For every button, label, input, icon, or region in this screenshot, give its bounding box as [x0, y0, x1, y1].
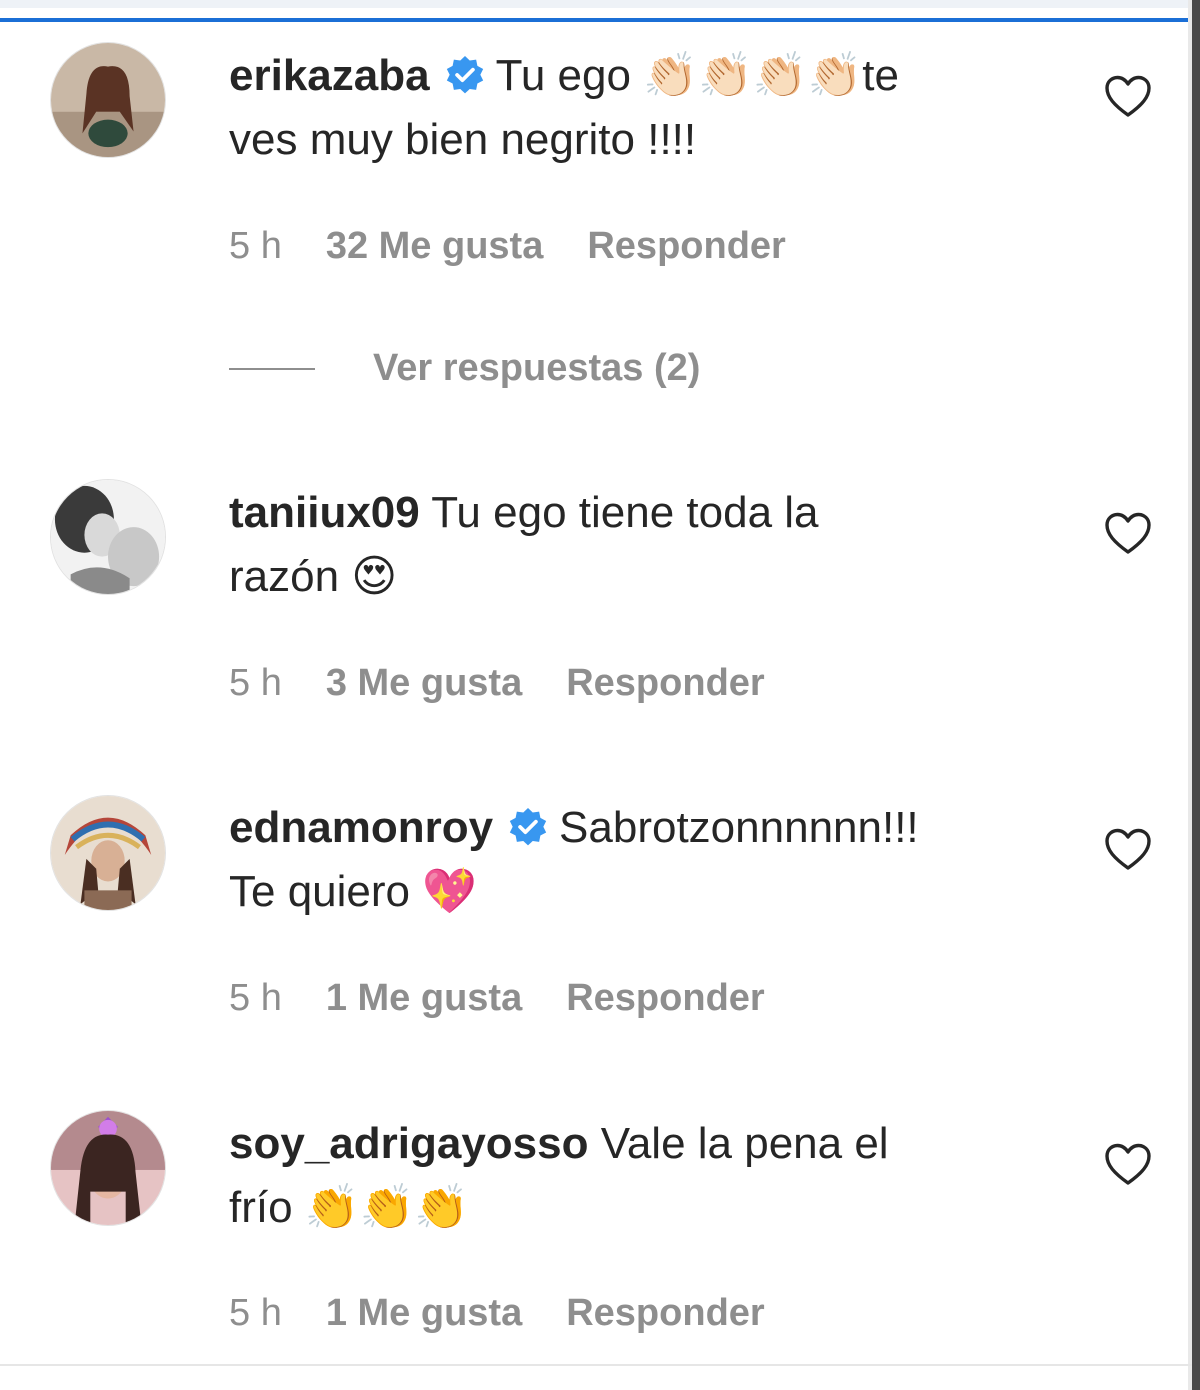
comment-text-line2: frío 👏👏👏 [229, 1183, 470, 1232]
comment-body: soy_adrigayosso Vale la pena el frío 👏👏👏 [229, 1112, 1049, 1240]
reply-button[interactable]: Responder [566, 662, 764, 704]
comment-text: Vale la pena el [600, 1119, 889, 1168]
comment-time[interactable]: 5 h [229, 1292, 282, 1334]
comment-time[interactable]: 5 h [229, 662, 282, 704]
comment-text-line2: Te quiero 💖 [229, 867, 478, 916]
comment-likes[interactable]: 1 Me gusta [326, 1292, 522, 1334]
replies-divider-line [229, 368, 315, 370]
window-edge [1192, 0, 1200, 1390]
view-replies-button[interactable]: Ver respuestas (2) [229, 346, 700, 390]
avatar[interactable] [50, 1110, 166, 1226]
comment-meta: 5 h 3 Me gusta Responder [229, 661, 809, 705]
heart-outline-icon[interactable] [1104, 1143, 1152, 1187]
reply-button[interactable]: Responder [587, 225, 785, 267]
view-replies-label: Ver respuestas (2) [373, 347, 701, 389]
comment-text-line2: razón 😍 [229, 552, 398, 601]
comment-text-line2: ves muy bien negrito !!!! [229, 115, 697, 164]
comment-time[interactable]: 5 h [229, 977, 282, 1019]
heart-outline-icon[interactable] [1104, 75, 1152, 119]
comment-username[interactable]: taniiux09 [229, 488, 420, 537]
comment-likes[interactable]: 32 Me gusta [326, 225, 544, 267]
comment-body: ednamonroy Sabrotzonnnnnn!!! Te quiero 💖 [229, 796, 1049, 924]
reply-button[interactable]: Responder [566, 1292, 764, 1334]
top-accent-bar [0, 0, 1192, 22]
avatar[interactable] [50, 479, 166, 595]
avatar[interactable] [50, 795, 166, 911]
comment-text: Tu ego 👏🏻👏🏻👏🏻👏🏻te [495, 51, 899, 100]
comment-text: Sabrotzonnnnnn!!! [559, 803, 919, 852]
verified-badge-icon [509, 808, 547, 846]
comment-time[interactable]: 5 h [229, 225, 282, 267]
comment-body: erikazaba Tu ego 👏🏻👏🏻👏🏻👏🏻te ves muy bien … [229, 44, 1049, 172]
comment-text: Tu ego tiene toda la [431, 488, 819, 537]
comment-meta: 5 h 1 Me gusta Responder [229, 1291, 809, 1335]
comment-username[interactable]: soy_adrigayosso [229, 1119, 589, 1168]
section-divider [0, 1364, 1192, 1366]
comment-likes[interactable]: 1 Me gusta [326, 977, 522, 1019]
avatar[interactable] [50, 42, 166, 158]
comment-meta: 5 h 32 Me gusta Responder [229, 224, 830, 268]
comment-username[interactable]: ednamonroy [229, 803, 493, 852]
comment-username[interactable]: erikazaba [229, 51, 430, 100]
verified-badge-icon [446, 56, 483, 94]
comment-meta: 5 h 1 Me gusta Responder [229, 976, 809, 1020]
heart-outline-icon[interactable] [1104, 512, 1152, 556]
comment-body: taniiux09 Tu ego tiene toda la razón 😍 [229, 481, 1049, 609]
reply-button[interactable]: Responder [566, 977, 764, 1019]
heart-outline-icon[interactable] [1104, 828, 1152, 872]
comment-likes[interactable]: 3 Me gusta [326, 662, 522, 704]
